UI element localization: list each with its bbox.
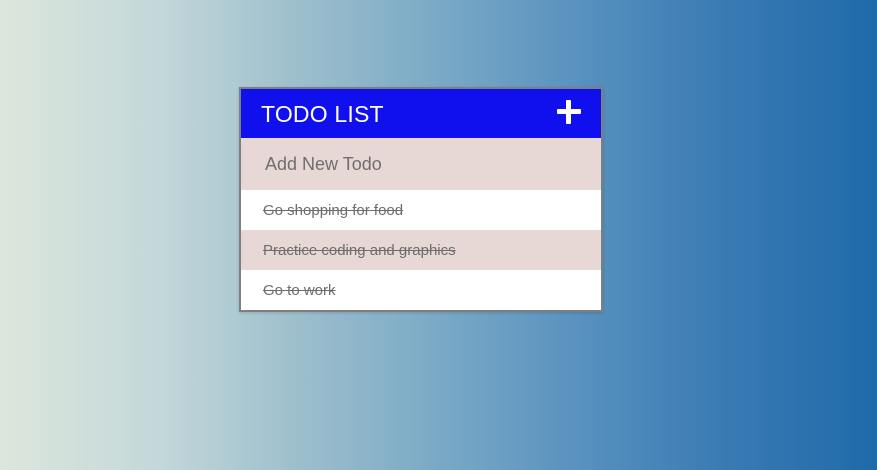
page-title: TODO LIST (261, 101, 384, 127)
todo-item-label: Go to work (263, 281, 336, 299)
todo-card: TODO LIST Go shopping for food Practice … (239, 87, 603, 312)
todo-item-label: Go shopping for food (263, 201, 404, 219)
todo-item[interactable]: Practice coding and graphics (241, 230, 601, 270)
todo-item-label: Practice coding and graphics (263, 241, 456, 259)
plus-icon[interactable] (557, 99, 581, 124)
todo-item[interactable]: Go to work (241, 270, 601, 310)
todo-header: TODO LIST (241, 89, 601, 138)
new-todo-input[interactable] (241, 138, 601, 190)
todo-item[interactable]: Go shopping for food (241, 190, 601, 230)
